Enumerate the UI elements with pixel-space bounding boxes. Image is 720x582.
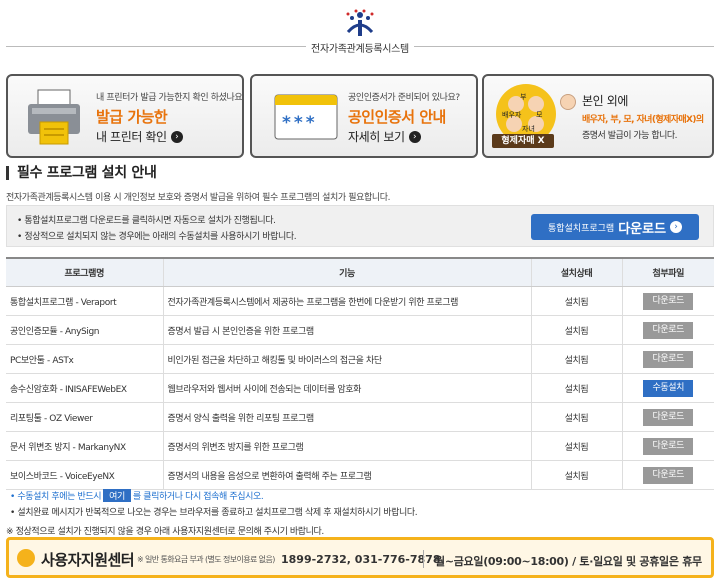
download-button[interactable]: 다운로드 [643,466,694,484]
program-name: 문서 위변조 방지 - MarkanyNX [6,431,163,461]
install-notice-box: • 통합설치프로그램 다운로드를 클릭하시면 자동으로 설치가 진행됩니다. •… [6,205,714,247]
table-row: 송수신암호화 - INISAFEWebEX 웹브라우저와 웹서버 사이에 전송되는… [6,373,714,403]
file-cell: 다운로드 [621,460,714,490]
install-status: 설치됨 [530,344,622,374]
site-header: 전자가족관계등록시스템 [0,0,720,62]
table-row: PC보안툴 - ASTx 비인가된 접근을 차단하고 해킹툴 및 바이러스의 접근… [6,344,714,374]
program-function: 증명서 발급 시 본인인증을 위한 프로그램 [162,315,531,345]
notice-item: • 정상적으로 설치되지 않는 경우에는 아래의 수동설치를 사용하시기 바랍니… [17,232,297,242]
download-button[interactable]: 다운로드 [643,437,694,455]
manual-install-button[interactable]: 수동설치 [643,379,694,397]
col-header-file: 첨부파일 [621,257,714,287]
support-phone-number: 1899-2732, 031-776-7878 [281,553,441,566]
program-function: 증명서 양식 출력을 위한 리포팅 프로그램 [162,402,531,432]
download-button[interactable]: 다운로드 [643,350,694,368]
support-phone-icon [17,549,35,567]
sibling-excluded-badge: 형제자매 X [492,134,554,148]
program-name: 보이스바코드 - VoiceEyeNX [6,460,163,490]
support-divider [423,550,424,568]
install-status: 설치됨 [530,315,622,345]
here-link[interactable]: 여기 [103,489,131,502]
site-title: 전자가족관계등록시스템 [311,44,409,55]
arrow-right-icon: › [170,130,183,143]
family-issue-card: 배우자 부 모 자녀 형제자매 X 본인 외에 배우자, 부, 모, 자녀(형제… [482,74,714,158]
program-name: 리포팅툴 - OZ Viewer [6,402,163,432]
figure-label-spouse: 배우자 [502,111,522,119]
card-big-text: 배우자, 부, 모, 자녀(형제자매X)의 [582,115,704,125]
install-status: 설치됨 [530,431,622,461]
table-row: 보이스바코드 - VoiceEyeNX 증명서의 내용을 음성으로 변환하여 출력… [6,460,714,490]
program-function: 비인가된 접근을 차단하고 해킹툴 및 바이러스의 접근을 차단 [162,344,531,374]
card-sub-text: 내 프린터 확인 [96,130,167,144]
file-cell: 다운로드 [621,315,714,345]
support-description: ※ 일반 통화요금 부과 (별도 정보이용료 없음) [137,555,275,564]
figure-label-father: 부 [520,93,527,101]
program-function: 증명서의 위변조 방지를 위한 프로그램 [162,431,531,461]
card-big-text: 공인인증서 안내 [348,108,446,126]
manual-install-note: • 수동설치 후에는 반드시 여기 를 클릭하거나 다시 접속해 주십시오. [10,489,264,502]
table-row: 문서 위변조 방지 - MarkanyNX 증명서의 위변조 방지를 위한 프로그… [6,431,714,461]
card-sub-text: 자세히 보기 [348,130,405,144]
program-name: 통합설치프로그램 - Veraport [6,286,163,316]
printer-check-card[interactable]: 내 프린터가 발급 가능한지 확인 하셨나요? 발급 가능한 내 프린터 확인 … [6,74,244,158]
card-small-text: 공인인증서가 준비되어 있나요? [348,93,460,103]
file-cell: 수동설치 [621,373,714,403]
program-function: 웹브라우저와 웹서버 사이에 전송되는 데이터를 암호화 [162,373,531,403]
table-row: 리포팅툴 - OZ Viewer 증명서 양식 출력을 위한 리포팅 프로그램 설치… [6,402,714,432]
col-header-name: 프로그램명 [6,257,163,287]
download-button[interactable]: 다운로드 [643,292,694,310]
card-big-text: 발급 가능한 [96,108,168,126]
table-header-row: 프로그램명 기능 설치상태 첨부파일 [6,257,714,287]
support-contact-note: ※ 정상적으로 설치가 진행되지 않을 경우 아래 사용자지원센터로 문의해 주… [6,527,324,537]
col-header-status: 설치상태 [530,257,622,287]
arrow-right-icon: › [408,130,421,143]
card-sub-text: 증명서 발급이 가능 합니다. [582,131,678,141]
file-cell: 다운로드 [621,344,714,374]
program-name: 공인인증모듈 - AnySign [6,315,163,345]
notice-item: • 통합설치프로그램 다운로드를 클릭하시면 자동으로 설치가 진행됩니다. [17,216,276,226]
support-center-banner: 사용자지원센터 ※ 일반 통화요금 부과 (별도 정보이용료 없음) 1899-… [6,537,714,578]
file-cell: 다운로드 [621,286,714,316]
printer-icon [28,89,80,145]
install-status: 설치됨 [530,373,622,403]
program-table: 프로그램명 기능 설치상태 첨부파일 통합설치프로그램 - Veraport 전자… [6,257,714,490]
certificate-detail-link[interactable]: 자세히 보기 › [348,128,421,145]
password-mask-text: *** [282,113,318,133]
card-small-text: 내 프린터가 발급 가능한지 확인 하셨나요? [96,93,244,103]
figure-label-child: 자녀 [522,125,535,133]
download-button[interactable]: 다운로드 [643,321,694,339]
integrated-download-button[interactable]: 통합설치프로그램 다운로드 › [531,214,699,240]
section-title: 필수 프로그램 설치 안내 [6,166,157,180]
install-status: 설치됨 [530,286,622,316]
file-cell: 다운로드 [621,402,714,432]
reinstall-note: • 설치완료 메시지가 반복적으로 나오는 경우는 브라우저를 종료하고 설치프… [10,508,418,518]
download-button[interactable]: 다운로드 [643,408,694,426]
certificate-guide-card[interactable]: *** 공인인증서가 준비되어 있나요? 공인인증서 안내 자세히 보기 › [250,74,478,158]
col-header-function: 기능 [162,257,531,287]
program-name: PC보안툴 - ASTx [6,344,163,374]
program-function: 증명서의 내용을 음성으로 변환하여 출력해 주는 프로그램 [162,460,531,490]
file-cell: 다운로드 [621,431,714,461]
person-avatar-icon [560,94,576,110]
install-status: 설치됨 [530,460,622,490]
figure-label-mother: 모 [536,111,543,119]
table-row: 공인인증모듈 - AnySign 증명서 발급 시 본인인증을 위한 프로그램 설치… [6,315,714,345]
table-row: 통합설치프로그램 - Veraport 전자가족관계등록시스템에서 제공하는 프로… [6,286,714,316]
card-small-text: 본인 외에 [582,94,628,108]
arrow-right-icon: › [670,221,683,233]
court-logo-icon [346,9,374,36]
program-function: 전자가족관계등록시스템에서 제공하는 프로그램을 한번에 다운받기 위한 프로그… [162,286,531,316]
support-title: 사용자지원센터 [41,551,135,569]
printer-check-link[interactable]: 내 프린터 확인 › [96,128,183,145]
program-name: 송수신암호화 - INISAFEWebEX [6,373,163,403]
install-status: 설치됨 [530,402,622,432]
support-hours: 월~금요일(09:00~18:00) / 토·일요일 및 공휴일은 휴무 [435,555,702,568]
section-description: 전자가족관계등록시스템 이용 시 개인정보 보호와 증명서 발급을 위하여 필수… [6,193,391,203]
